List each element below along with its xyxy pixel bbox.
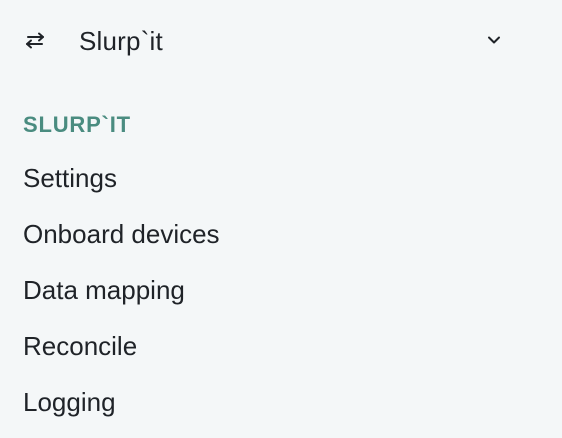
nav-list: Settings Onboard devices Data mapping Re… — [0, 150, 562, 430]
app-switcher[interactable]: Slurp`it — [0, 0, 562, 84]
app-name: Slurp`it — [79, 26, 163, 56]
section-heading: SLURP`IT — [23, 112, 131, 137]
nav-item-onboard-devices[interactable]: Onboard devices — [0, 206, 562, 262]
chevron-down-icon[interactable] — [486, 32, 502, 48]
nav-item-data-mapping[interactable]: Data mapping — [0, 262, 562, 318]
nav-item-logging[interactable]: Logging — [0, 374, 562, 430]
swap-arrows-icon — [24, 30, 46, 50]
nav-item-settings[interactable]: Settings — [0, 150, 562, 206]
nav-item-reconcile[interactable]: Reconcile — [0, 318, 562, 374]
